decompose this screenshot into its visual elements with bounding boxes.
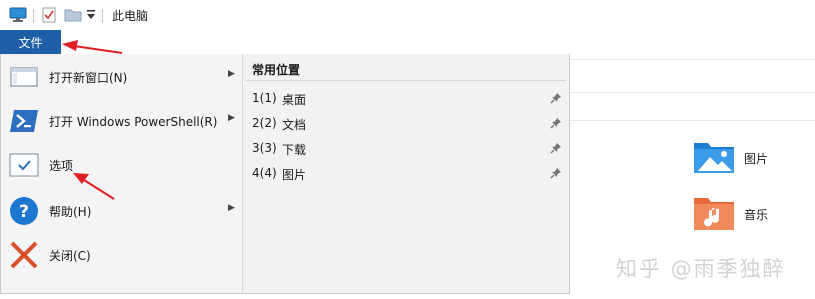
recent-item-number: 4(4)	[252, 166, 277, 180]
submenu-arrow-icon: ▶	[228, 203, 235, 213]
pin-icon[interactable]	[550, 117, 562, 132]
folder-label: 图片	[744, 152, 769, 166]
address-bar-line	[570, 59, 815, 60]
frequent-places-heading: 常用位置	[252, 63, 301, 77]
quick-access-dropdown-icon[interactable]	[86, 9, 96, 24]
recent-item-pictures[interactable]: 4(4) 图片	[243, 162, 569, 186]
close-icon	[9, 240, 39, 270]
recent-item-number: 2(2)	[252, 116, 277, 130]
recent-item-desktop[interactable]: 1(1) 桌面	[243, 87, 569, 111]
recent-item-name: 桌面	[282, 93, 307, 107]
recent-item-name: 下载	[282, 143, 307, 157]
ribbon-line	[570, 92, 815, 93]
menu-item-close[interactable]: 关闭(C)	[1, 234, 242, 274]
menu-item-options[interactable]: 选项	[1, 144, 242, 184]
heading-divider	[246, 80, 566, 81]
help-icon: ?	[9, 196, 39, 226]
pin-icon[interactable]	[550, 142, 562, 157]
powershell-icon	[9, 106, 39, 136]
pin-icon[interactable]	[550, 92, 562, 107]
annotation-arrow-file-tab	[62, 40, 123, 54]
new-window-icon	[9, 62, 39, 92]
content-top-line	[570, 120, 815, 121]
computer-icon[interactable]	[9, 7, 27, 26]
menu-item-help[interactable]: ? 帮助(H) ▶	[1, 190, 242, 230]
recent-item-downloads[interactable]: 3(3) 下载	[243, 137, 569, 161]
properties-icon[interactable]	[42, 7, 56, 26]
titlebar-separator	[33, 9, 34, 23]
window-title: 此电脑	[112, 9, 149, 23]
menu-item-label: 选项	[49, 159, 74, 173]
title-bar: 此电脑	[0, 0, 815, 30]
menu-item-powershell[interactable]: 打开 Windows PowerShell(R) ▶	[1, 100, 242, 140]
menu-item-label: 帮助(H)	[49, 205, 92, 219]
music-folder-icon	[692, 194, 736, 235]
submenu-arrow-icon: ▶	[228, 69, 235, 79]
watermark: 知乎 @雨季独醉	[616, 257, 786, 281]
recent-item-number: 3(3)	[252, 141, 277, 155]
folder-label: 音乐	[744, 208, 769, 222]
recent-item-name: 图片	[282, 168, 307, 182]
menu-item-new-window[interactable]: 打开新窗口(N) ▶	[1, 56, 242, 96]
file-menu-commands: 打开新窗口(N) ▶ 打开 Windows PowerShell(R) ▶ 选项…	[1, 54, 243, 292]
recent-item-name: 文档	[282, 118, 307, 132]
recent-item-number: 1(1)	[252, 91, 277, 105]
menu-item-label: 打开新窗口(N)	[49, 71, 128, 85]
pictures-folder-item[interactable]: 图片	[692, 139, 768, 178]
music-folder-item[interactable]: 音乐	[692, 194, 768, 235]
file-tab[interactable]: 文件	[0, 30, 61, 54]
titlebar-separator	[102, 9, 103, 23]
file-menu: 打开新窗口(N) ▶ 打开 Windows PowerShell(R) ▶ 选项…	[0, 54, 570, 294]
menu-item-label: 关闭(C)	[49, 249, 91, 263]
pictures-folder-icon	[692, 139, 736, 178]
pin-icon[interactable]	[550, 167, 562, 182]
recent-item-documents[interactable]: 2(2) 文档	[243, 112, 569, 136]
frequent-places-panel: 常用位置 1(1) 桌面 2(2) 文档 3(3) 下载 4(4) 图片	[243, 54, 569, 292]
folder-icon[interactable]	[64, 7, 82, 26]
menu-item-label: 打开 Windows PowerShell(R)	[49, 115, 218, 129]
options-checkmark-icon	[9, 150, 39, 180]
submenu-arrow-icon: ▶	[228, 113, 235, 123]
svg-text:?: ?	[19, 202, 29, 222]
